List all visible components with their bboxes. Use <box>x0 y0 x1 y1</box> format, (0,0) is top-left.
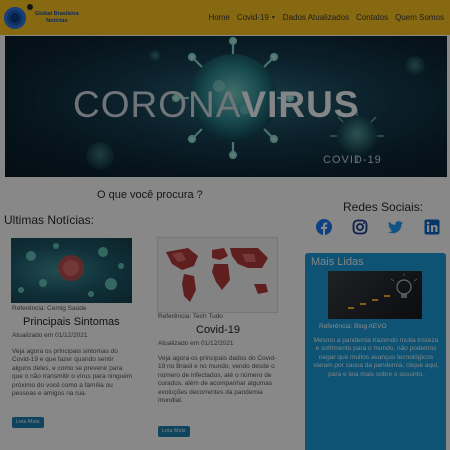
nav-link-contatos[interactable]: Contatos <box>356 13 388 22</box>
hero-title: CORONAVIRUS <box>73 84 359 126</box>
nav-link-covid-label: Covid-19 <box>236 13 269 22</box>
social-heading: Redes Sociais: <box>343 200 424 214</box>
hero-banner: CORONAVIRUS COVID-19 <box>5 36 447 177</box>
globe-logo-icon <box>4 3 33 29</box>
card-2-reference: Referência: Tech Tudo <box>158 313 223 320</box>
card-1-text: Veja agora os principais sintomas do Cov… <box>12 348 133 398</box>
card-2-text: Veja agora os principais dados do Covid-… <box>158 355 277 405</box>
search-heading: O que você procura ? <box>97 189 203 201</box>
nav-links: Home Covid-19 ▼ Dados Atualizados Contato… <box>208 13 444 22</box>
most-read-reference: Referência: Blog AEVO <box>319 323 387 330</box>
linkedin-icon[interactable] <box>424 219 440 235</box>
news-card-2: Referência: Tech Tudo Covid-19 Atualizad… <box>157 237 285 447</box>
most-read-heading: Mais Lidas <box>311 256 364 268</box>
card-1-title[interactable]: Principais Sintomas <box>23 316 120 328</box>
card-2-read-more-button[interactable]: Leia Mais <box>158 426 190 437</box>
nav-link-home[interactable]: Home <box>208 13 229 22</box>
news-card-1: Referência: Cemig Saúde Principais Sinto… <box>11 238 139 438</box>
hero-title-corona: CORONA <box>73 84 242 125</box>
world-map-image[interactable] <box>157 237 278 313</box>
nav-link-dados-atualizados[interactable]: Dados Atualizados <box>283 13 349 22</box>
brand[interactable]: Global Brasileira Notícias <box>4 3 79 29</box>
lightbulb-growth-illustration <box>348 273 418 309</box>
virus-cells-image[interactable] <box>11 238 132 303</box>
brand-text: Global Brasileira Notícias <box>29 11 79 25</box>
card-2-date: Atualizado em 01/12/2021 <box>158 340 234 347</box>
card-2-title[interactable]: Covid-19 <box>196 324 240 336</box>
navbar: Global Brasileira Notícias Home Covid-19… <box>0 0 450 35</box>
card-1-reference: Referência: Cemig Saúde <box>12 305 87 312</box>
brand-line-1: Global Brasileira <box>35 10 79 17</box>
news-heading: Ultimas Notícias: <box>4 213 95 227</box>
nav-link-quem-somos[interactable]: Quem Somos <box>395 13 444 22</box>
hero-subtitle: COVID-19 <box>323 154 382 166</box>
twitter-icon[interactable] <box>388 219 404 235</box>
technology-image[interactable] <box>328 271 422 319</box>
most-read-panel: Mais Lidas Referência: Blog AEVO Mesmo a… <box>305 253 446 450</box>
card-1-date: Atualizado em 01/12/2021 <box>12 332 88 339</box>
brand-line-2: Notícias <box>46 17 68 24</box>
facebook-icon[interactable] <box>316 219 332 235</box>
hero-title-virus: VIRUS <box>241 84 360 125</box>
world-map-illustration <box>166 248 268 302</box>
social-links <box>316 218 440 236</box>
instagram-icon[interactable] <box>352 219 368 235</box>
page: Global Brasileira Notícias Home Covid-19… <box>0 0 450 450</box>
caret-down-icon: ▼ <box>270 14 276 21</box>
nav-link-covid-dropdown[interactable]: Covid-19 ▼ <box>237 13 276 22</box>
card-1-read-more-button[interactable]: Leia Mais <box>12 417 44 428</box>
virus-cells-illustration <box>18 243 124 297</box>
most-read-text[interactable]: Mesmo a pandemia trazendo muita tristeza… <box>313 337 439 379</box>
